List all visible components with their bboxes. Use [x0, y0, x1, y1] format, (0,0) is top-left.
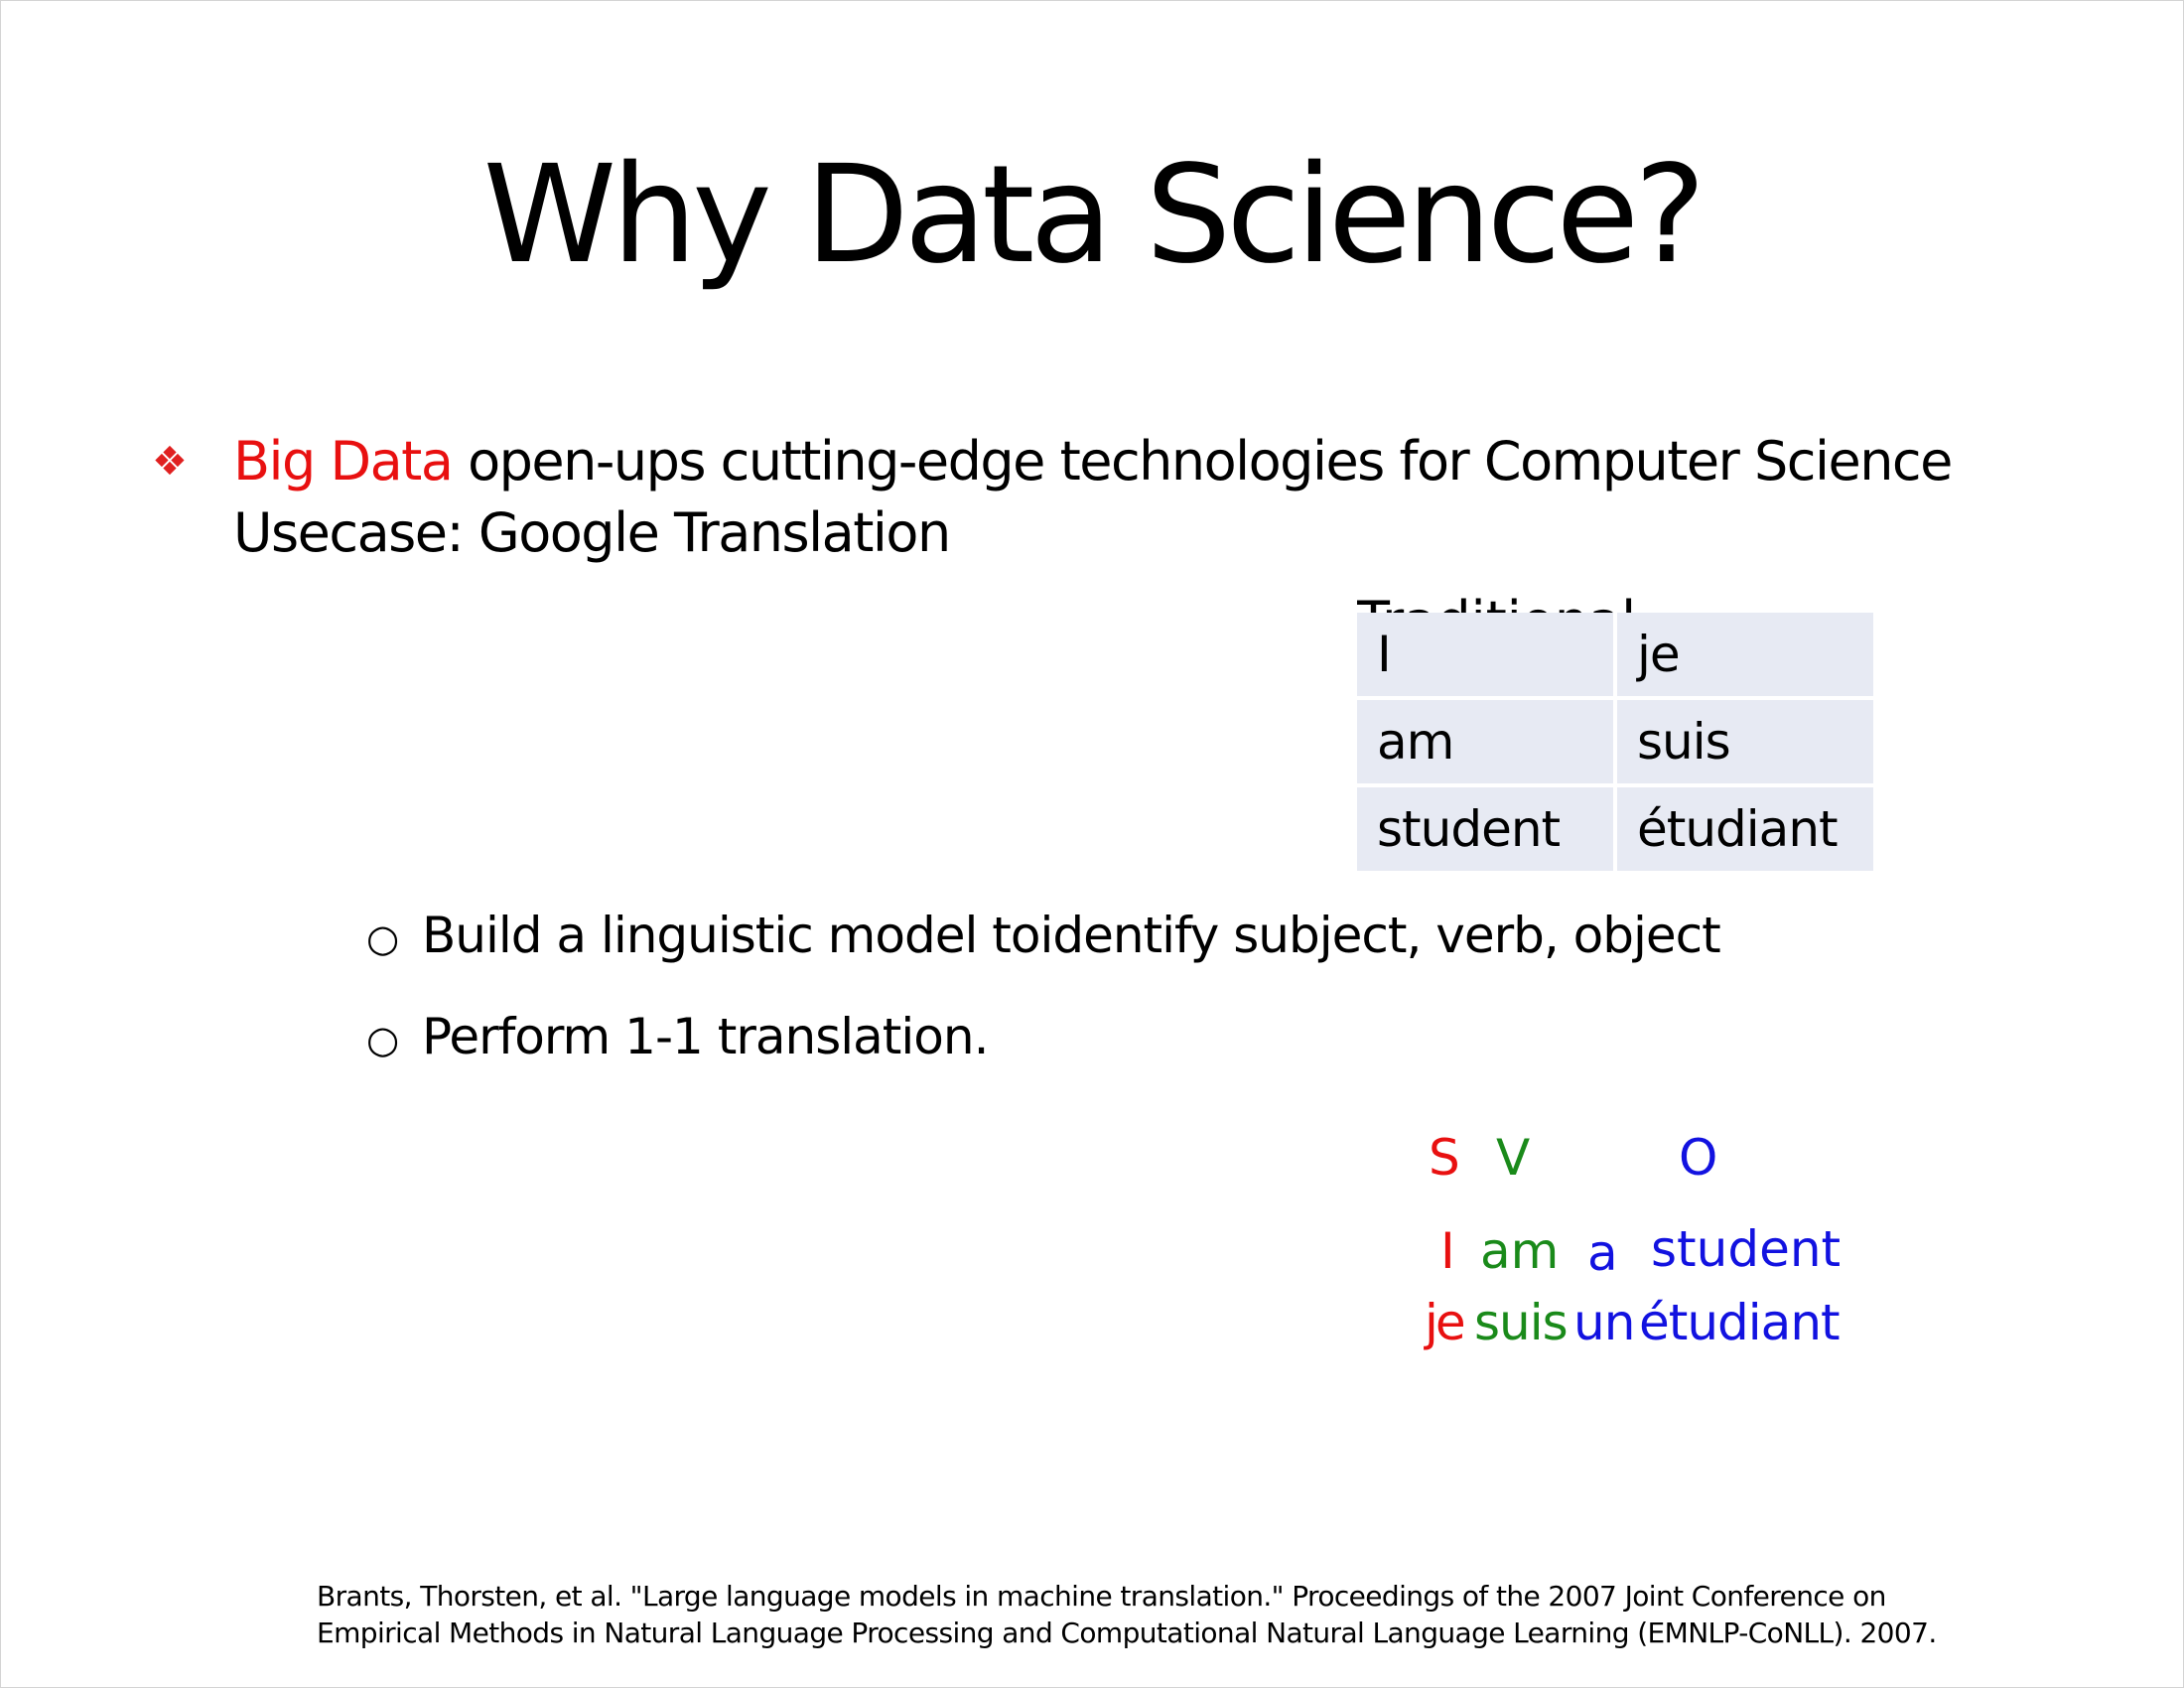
- table-cell: étudiant: [1617, 787, 1873, 871]
- main-bullet-line-2: Usecase: Google Translation: [233, 501, 951, 564]
- citation-line-1: Brants, Thorsten, et al. "Large language…: [317, 1580, 1886, 1613]
- diamond-bullet-icon: ❖: [152, 439, 188, 485]
- table-row: student étudiant: [1357, 787, 1873, 871]
- english-article: a: [1587, 1224, 1618, 1282]
- sub-bullet-text: Perform 1-1 translation.: [422, 1008, 989, 1065]
- slide-title: Why Data Science?: [482, 137, 1706, 294]
- circle-bullet-icon: ○: [366, 1018, 399, 1061]
- main-bullet-line-1: Big Data open-ups cutting-edge technolog…: [233, 426, 1953, 497]
- citation-line-2: Empirical Methods in Natural Language Pr…: [317, 1617, 1937, 1649]
- table-cell: am: [1357, 700, 1613, 783]
- table-cell: I: [1357, 613, 1613, 696]
- subject-label: S: [1429, 1129, 1460, 1187]
- table-row: I je: [1357, 613, 1873, 696]
- french-subject: je: [1425, 1294, 1466, 1351]
- verb-label: V: [1496, 1129, 1531, 1187]
- slide: Why Data Science? ❖ Big Data open-ups cu…: [0, 0, 2184, 1688]
- english-verb: am: [1480, 1222, 1560, 1280]
- dictionary-table: I je am suis student étudiant: [1353, 609, 1877, 875]
- table-row: am suis: [1357, 700, 1873, 783]
- object-label: O: [1679, 1129, 1718, 1187]
- sub-bullet-text: Build a linguistic model toidentify subj…: [422, 907, 1721, 964]
- english-object: student: [1651, 1220, 1842, 1278]
- table-cell: suis: [1617, 700, 1873, 783]
- table-cell: je: [1617, 613, 1873, 696]
- table-cell: student: [1357, 787, 1613, 871]
- big-data-highlight: Big Data: [233, 430, 454, 492]
- french-article: un: [1573, 1294, 1635, 1351]
- circle-bullet-icon: ○: [366, 916, 399, 960]
- english-subject: I: [1440, 1222, 1455, 1280]
- citation: Brants, Thorsten, et al. "Large language…: [317, 1578, 1937, 1651]
- main-bullet-rest: open-ups cutting-edge technologies for C…: [452, 430, 1953, 492]
- french-object: étudiant: [1639, 1294, 1841, 1351]
- french-verb: suis: [1474, 1294, 1569, 1351]
